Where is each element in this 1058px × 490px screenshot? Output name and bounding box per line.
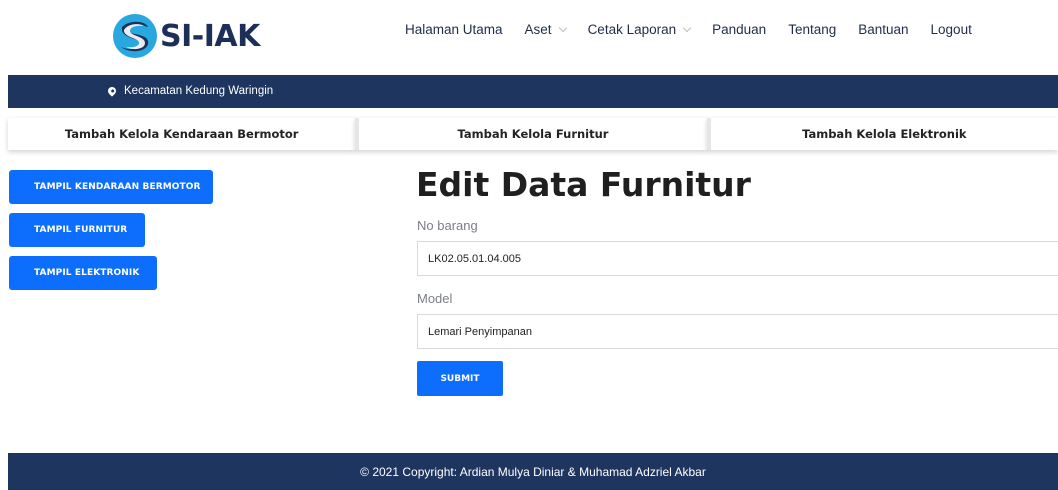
nav-item-panduan[interactable]: Panduan: [712, 22, 766, 37]
tampil-furnitur-button[interactable]: TAMPIL FURNITUR: [9, 213, 145, 247]
nav-label: Tentang: [788, 22, 837, 37]
nav-item-bantuan[interactable]: Bantuan: [858, 22, 908, 37]
footer: © 2021 Copyright: Ardian Mulya Diniar & …: [8, 453, 1058, 490]
nav-item-aset[interactable]: Aset: [524, 22, 567, 37]
brand-logo[interactable]: SI-IAK: [112, 9, 260, 63]
main-nav: Halaman Utama Aset Cetak Laporan Panduan…: [405, 22, 994, 37]
tab-tambah-furnitur[interactable]: Tambah Kelola Furnitur: [355, 118, 707, 150]
submit-button[interactable]: SUBMIT: [417, 361, 503, 396]
no-barang-field[interactable]: LK02.05.01.04.005: [417, 241, 1058, 276]
nav-item-tentang[interactable]: Tentang: [788, 22, 836, 37]
tab-tambah-elektronik[interactable]: Tambah Kelola Elektronik: [706, 118, 1058, 150]
tab-bar: Tambah Kelola Kendaraan Bermotor Tambah …: [8, 118, 1058, 150]
chevron-down-icon: [558, 23, 567, 32]
swoosh-s-logo-icon: [113, 14, 157, 58]
nav-label: Logout: [930, 22, 972, 37]
copyright-text: © 2021 Copyright: Ardian Mulya Diniar & …: [360, 464, 706, 479]
nav-label: Halaman Utama: [405, 22, 503, 37]
no-barang-label: No barang: [417, 218, 478, 233]
tampil-kendaraan-button[interactable]: TAMPIL KENDARAAN BERMOTOR: [9, 170, 213, 204]
header: SI-IAK Halaman Utama Aset Cetak Laporan …: [0, 0, 1058, 75]
model-field[interactable]: Lemari Penyimpanan: [417, 314, 1058, 349]
tampil-elektronik-button[interactable]: TAMPIL ELEKTRONIK: [9, 256, 157, 290]
nav-item-halaman-utama[interactable]: Halaman Utama: [405, 22, 503, 37]
nav-label: Aset: [524, 22, 552, 37]
nav-label: Cetak Laporan: [587, 22, 677, 37]
nav-item-cetak-laporan[interactable]: Cetak Laporan: [587, 22, 692, 37]
page-title: Edit Data Furnitur: [416, 165, 751, 204]
tab-tambah-kendaraan[interactable]: Tambah Kelola Kendaraan Bermotor: [8, 118, 356, 150]
location-bar: Kecamatan Kedung Waringin: [8, 75, 1058, 108]
map-pin-icon: [106, 85, 118, 97]
nav-label: Bantuan: [858, 22, 909, 37]
location-text: Kecamatan Kedung Waringin: [124, 85, 274, 97]
nav-item-logout[interactable]: Logout: [931, 22, 972, 37]
model-label: Model: [417, 291, 453, 306]
brand-name: SI-IAK: [160, 18, 260, 54]
location: Kecamatan Kedung Waringin: [106, 85, 274, 97]
chevron-down-icon: [682, 23, 692, 32]
nav-label: Panduan: [712, 22, 767, 37]
